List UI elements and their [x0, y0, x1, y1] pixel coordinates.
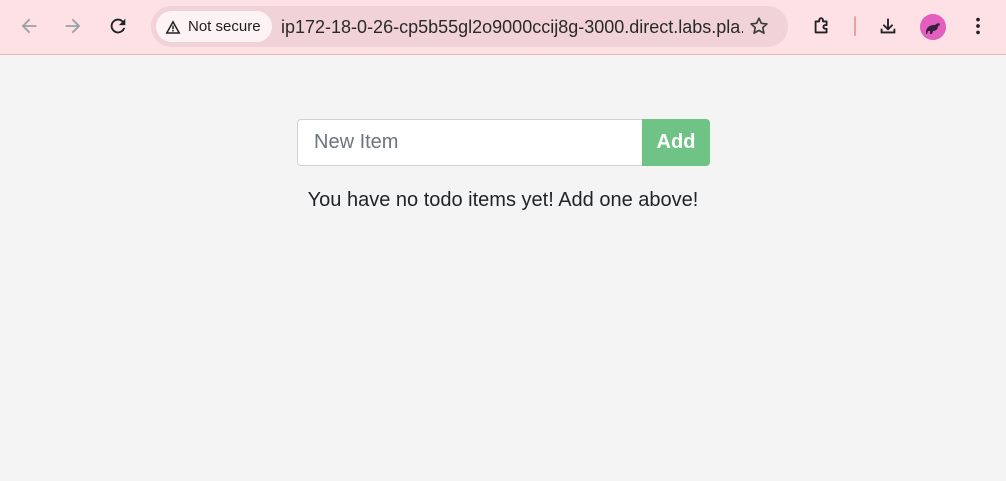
forward-button[interactable]: [56, 9, 90, 43]
new-item-input[interactable]: [297, 119, 642, 166]
download-button[interactable]: [871, 9, 905, 43]
security-label: Not secure: [188, 18, 261, 35]
arrow-right-icon: [65, 18, 81, 34]
extensions-button[interactable]: [805, 9, 839, 43]
empty-state-message: You have no todo items yet! Add one abov…: [307, 189, 699, 211]
reload-icon: [110, 18, 126, 34]
profile-image-icon: [920, 14, 946, 40]
puzzle-icon: [814, 17, 828, 34]
arrow-left-icon: [21, 18, 37, 34]
page-content: Add You have no todo items yet! Add one …: [0, 56, 1006, 481]
kebab-menu-icon: [976, 17, 980, 35]
toolbar-divider: [854, 16, 856, 36]
add-button[interactable]: Add: [642, 119, 710, 166]
address-bar[interactable]: Not secure ip172-18-0-26-cp5b55gl2o9000c…: [151, 6, 788, 47]
add-item-form: Add: [297, 119, 710, 166]
warning-icon: [165, 19, 181, 34]
browser-toolbar: Not secure ip172-18-0-26-cp5b55gl2o9000c…: [0, 0, 1006, 55]
profile-avatar[interactable]: [920, 14, 946, 40]
back-button[interactable]: [12, 9, 46, 43]
security-chip[interactable]: Not secure: [156, 11, 272, 42]
star-icon[interactable]: [748, 15, 770, 37]
download-icon: [880, 18, 896, 34]
url-text[interactable]: ip172-18-0-26-cp5b55gl2o9000ccij8g-3000.…: [281, 16, 743, 38]
browser-menu-button[interactable]: [961, 9, 995, 43]
reload-button[interactable]: [101, 9, 135, 43]
